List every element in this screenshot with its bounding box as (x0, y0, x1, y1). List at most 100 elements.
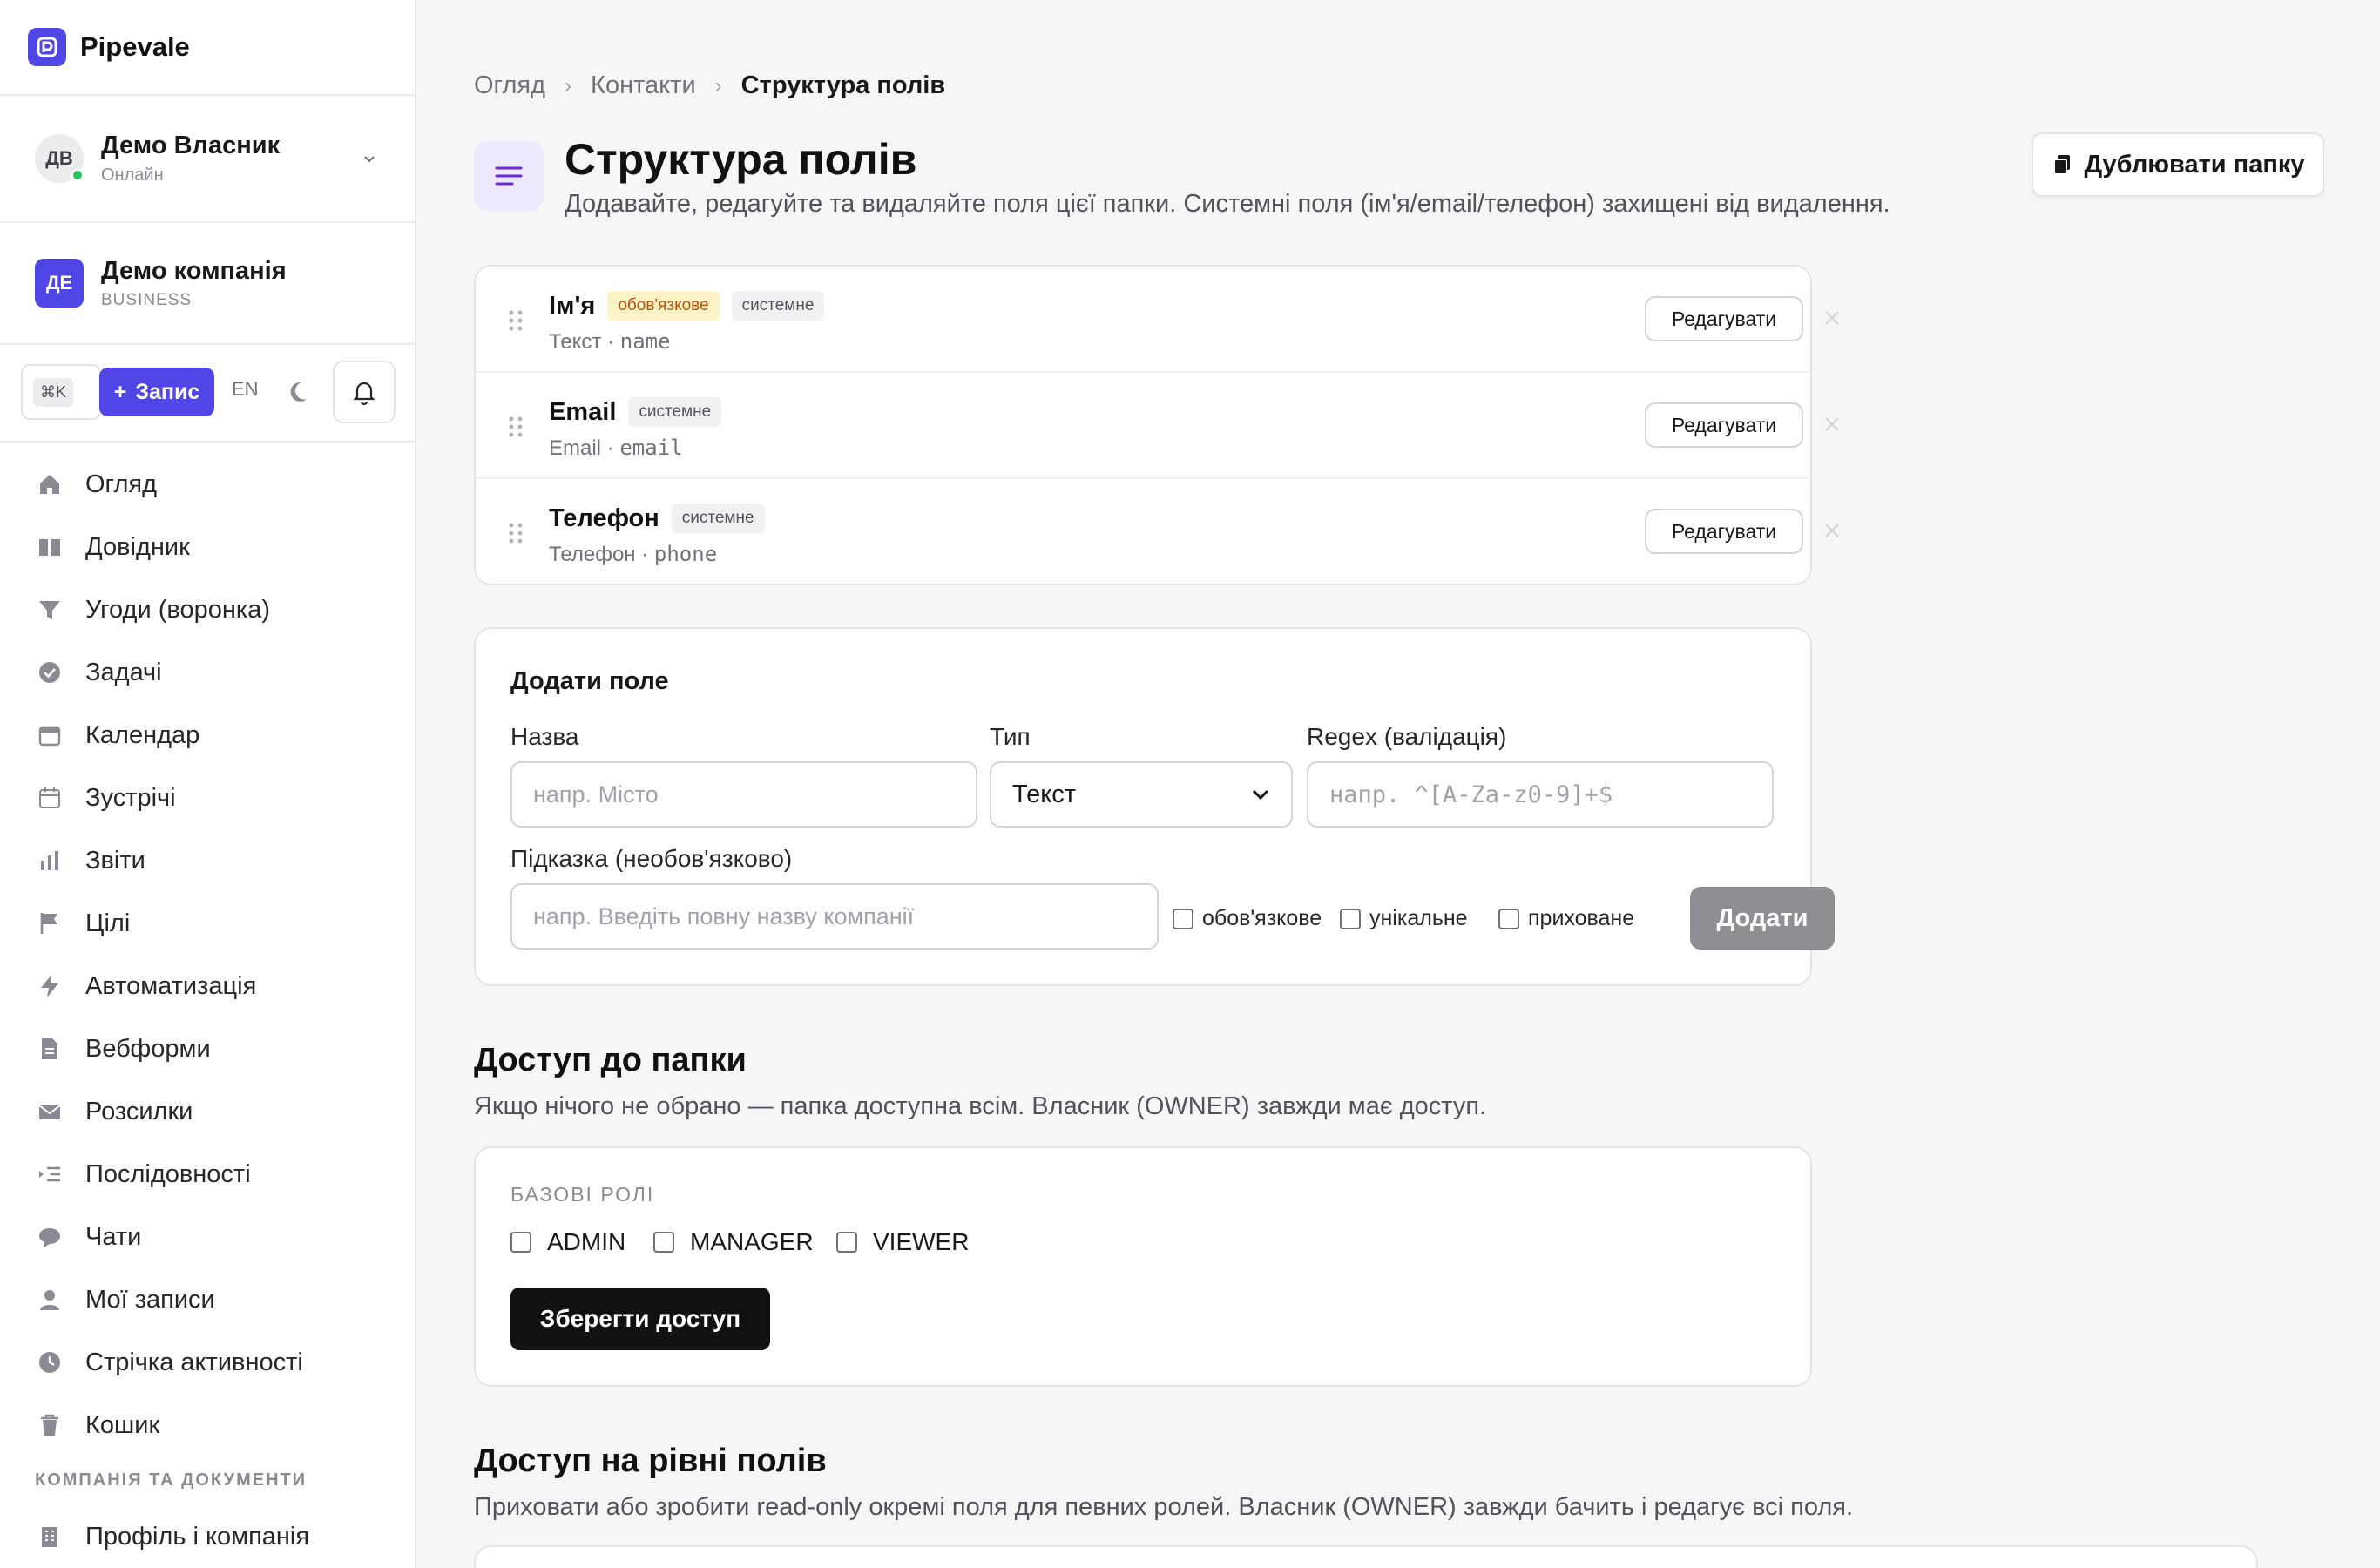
field-name: Email (549, 397, 617, 426)
sidebar-item-4[interactable]: Календар (0, 704, 415, 767)
sidebar-item-14[interactable]: Стрічка активності (0, 1331, 415, 1394)
sidebar-section-title: КОМПАНІЯ ТА ДОКУМЕНТИ (35, 1470, 308, 1490)
field-type: Email (549, 436, 602, 460)
calendar-outline-icon (35, 783, 64, 813)
checkbox-box[interactable] (836, 1232, 857, 1253)
moon-icon[interactable] (287, 378, 315, 406)
online-status-dot (71, 169, 84, 181)
sidebar-item-label: Мої записи (85, 1285, 215, 1314)
main-content: Огляд › Контакти › Структура полів Струк… (418, 0, 2380, 1568)
sidebar-item-label: Цілі (85, 909, 131, 937)
system-badge: системне (671, 504, 765, 533)
folder-access-subtitle: Якщо нічого не обрано — папка доступна в… (474, 1092, 1487, 1120)
breadcrumb-item-overview[interactable]: Огляд (474, 71, 545, 100)
sidebar-item-1[interactable]: Довідник (0, 516, 415, 578)
sidebar-item-label: Стрічка активності (85, 1348, 303, 1376)
flag-icon (35, 909, 64, 938)
role-manager-label: MANAGER (690, 1228, 814, 1255)
role-manager-checkbox[interactable]: MANAGER (653, 1228, 814, 1256)
home-icon (35, 470, 64, 499)
drag-handle-icon[interactable] (507, 308, 524, 333)
sidebar-item-label: Розсилки (85, 1097, 193, 1125)
add-field-button[interactable]: Додати (1690, 887, 1835, 950)
sidebar-item-8[interactable]: Автоматизація (0, 955, 415, 1017)
add-field-form: Додати поле Назва Тип Текст Regex (валід… (474, 627, 1835, 986)
sidebar-item-label: Угоди (воронка) (85, 595, 270, 624)
language-toggle[interactable]: EN (232, 378, 259, 401)
close-icon[interactable] (1822, 415, 1842, 434)
sidebar-item-label: Чати (85, 1222, 142, 1251)
sidebar-item-11[interactable]: Послідовності (0, 1143, 415, 1206)
save-access-button[interactable]: Зберегти доступ (510, 1288, 770, 1350)
fields-list: Ім'я обов'язкове системне Текст · name Редаг… (474, 265, 1839, 585)
notifications-button[interactable] (333, 361, 396, 423)
drag-handle-icon[interactable] (507, 415, 524, 439)
user-switcher[interactable]: ДВ Демо Власник Онлайн (0, 96, 415, 223)
drag-handle-icon[interactable] (507, 521, 524, 545)
field-type: Телефон (549, 543, 636, 566)
sidebar-item-0[interactable]: Огляд (0, 453, 415, 516)
sidebar-item-6[interactable]: Звіти (0, 829, 415, 892)
field-access-card (474, 1545, 2258, 1568)
hidden-checkbox-label: приховане (1528, 906, 1635, 930)
sidebar-item-2[interactable]: Угоди (воронка) (0, 578, 415, 641)
field-type: Текст (549, 330, 602, 354)
company-switcher[interactable]: ДЕ Демо компанія BUSINESS (0, 223, 415, 345)
fields-structure-icon (474, 141, 544, 211)
base-roles-label: БАЗОВІ РОЛІ (510, 1183, 655, 1206)
sidebar-item-9[interactable]: Вебформи (0, 1017, 415, 1080)
edit-field-button[interactable]: Редагувати (1645, 402, 1803, 448)
role-viewer-checkbox[interactable]: VIEWER (836, 1228, 969, 1256)
checkbox-box[interactable] (1340, 908, 1361, 929)
field-type-select[interactable]: Текст (990, 761, 1293, 828)
regex-input[interactable] (1307, 761, 1774, 828)
add-record-label: Запис (135, 379, 200, 404)
sidebar-item-12[interactable]: Чати (0, 1206, 415, 1268)
checkbox-box[interactable] (510, 1232, 531, 1253)
role-admin-checkbox[interactable]: ADMIN (510, 1228, 625, 1256)
command-palette-button[interactable]: ⌘K (21, 364, 101, 420)
field-row: Ім'я обов'язкове системне Текст · name Редаг… (476, 267, 1839, 373)
hint-input[interactable] (510, 883, 1159, 950)
edit-field-button[interactable]: Редагувати (1645, 296, 1803, 341)
breadcrumb-item-contacts[interactable]: Контакти (591, 71, 696, 100)
user-status: Онлайн (101, 166, 164, 185)
checkbox-box[interactable] (653, 1232, 674, 1253)
field-meta: Email · email (549, 436, 683, 460)
close-icon[interactable] (1822, 308, 1842, 328)
duplicate-folder-button[interactable]: Дублювати папку (2032, 132, 2324, 197)
hidden-checkbox[interactable]: приховане (1498, 906, 1634, 931)
brand[interactable]: Pipevale (0, 0, 415, 96)
sidebar-item-13[interactable]: Мої записи (0, 1268, 415, 1331)
unique-checkbox[interactable]: унікальне (1340, 906, 1468, 931)
checkbox-box[interactable] (1498, 908, 1519, 929)
user-icon (35, 1285, 64, 1315)
field-name-input[interactable] (510, 761, 977, 828)
brand-name: Pipevale (80, 31, 190, 62)
avatar: ДВ (35, 134, 84, 183)
add-record-button[interactable]: + Запис (99, 368, 214, 416)
chevron-down-icon[interactable] (362, 152, 376, 166)
trash-icon (35, 1410, 64, 1440)
company-avatar: ДЕ (35, 259, 84, 308)
check-circle-icon (35, 658, 64, 687)
unique-checkbox-label: унікальне (1369, 906, 1468, 930)
sidebar-item-3[interactable]: Задачі (0, 641, 415, 704)
sidebar-item-5[interactable]: Зустрічі (0, 767, 415, 829)
sidebar-item-label: Автоматизація (85, 971, 257, 1000)
document-icon (35, 1034, 64, 1064)
sidebar-item-7[interactable]: Цілі (0, 892, 415, 955)
field-row: Email системне Email · email Редагувати (476, 373, 1839, 479)
checkbox-box[interactable] (1173, 908, 1193, 929)
close-icon[interactable] (1822, 521, 1842, 540)
sidebar-section-item-0[interactable]: Профіль і компанія (0, 1505, 415, 1568)
funnel-icon (35, 595, 64, 625)
sidebar-item-label: Календар (85, 720, 200, 749)
required-checkbox[interactable]: обов'язкове (1173, 906, 1322, 931)
sidebar-item-10[interactable]: Розсилки (0, 1080, 415, 1143)
sidebar-item-label: Зустрічі (85, 783, 176, 812)
edit-field-button[interactable]: Редагувати (1645, 509, 1803, 554)
shortcut-hint: ⌘K (33, 377, 74, 407)
hint-label: Підказка (необов'язково) (510, 845, 793, 872)
sidebar-item-15[interactable]: Кошик (0, 1394, 415, 1456)
